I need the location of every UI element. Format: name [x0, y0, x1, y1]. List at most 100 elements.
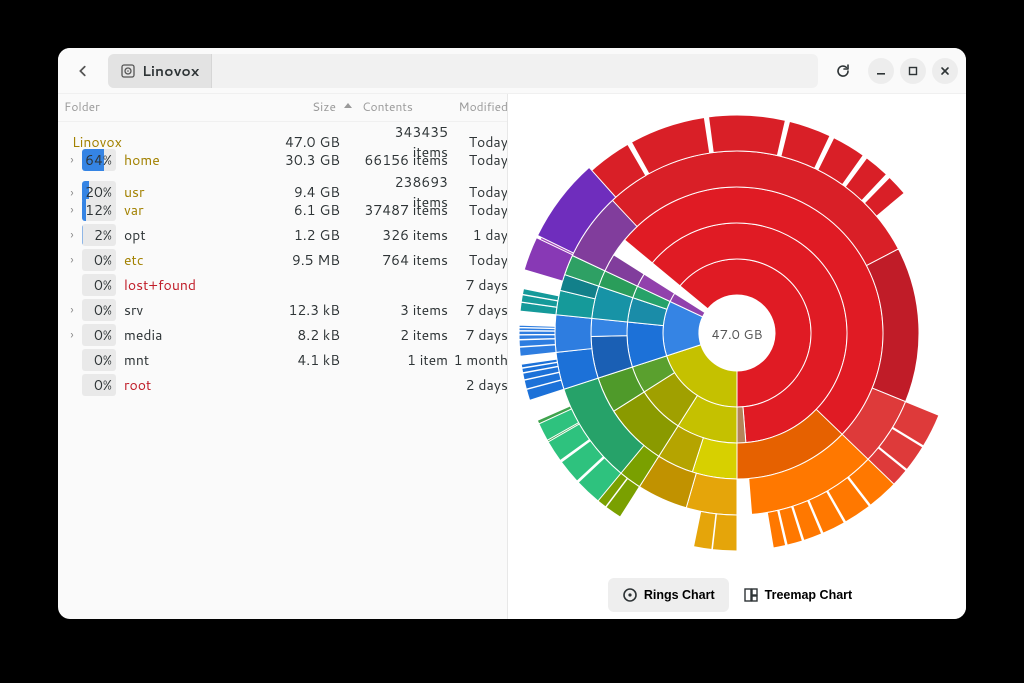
folder-contents: 66156 items [356, 150, 452, 170]
folder-name: media [116, 325, 264, 345]
folder-modified: 2 days [452, 375, 508, 395]
back-button[interactable] [66, 54, 100, 88]
expand-toggle[interactable]: › [64, 326, 80, 343]
table-row[interactable]: 0% lost+found 7 days [58, 272, 507, 297]
folder-contents: 1 item [356, 350, 452, 370]
folder-size: 1.2 GB [264, 225, 340, 245]
col-contents[interactable]: Contents [356, 98, 452, 115]
folder-modified: Today [452, 200, 508, 220]
chart-slice[interactable] [519, 330, 555, 334]
folder-contents: 764 items [356, 250, 452, 270]
table-row[interactable]: › 0% media 8.2 kB 2 items 7 days [58, 322, 507, 347]
percent-bar: 0% [82, 299, 116, 321]
table-row[interactable]: › 64% home 30.3 GB 66156 items Today [58, 147, 507, 172]
col-modified[interactable]: Modified [452, 98, 508, 115]
chart-slice[interactable] [712, 513, 737, 550]
folder-modified: 1 day [452, 225, 508, 245]
folder-name: etc [116, 250, 264, 270]
close-icon [940, 66, 950, 76]
table-row[interactable]: 0% mnt 4.1 kB 1 item 1 month [58, 347, 507, 372]
chart-pane: 47.0 GB Rings Chart Treemap Chart [508, 94, 966, 619]
folder-name: root [116, 375, 264, 395]
percent-bar: 12% [82, 199, 116, 221]
maximize-button[interactable] [900, 58, 926, 84]
folder-modified: 7 days [452, 275, 508, 295]
table-row[interactable]: › 12% var 6.1 GB 37487 items Today [58, 197, 507, 222]
minimize-icon [876, 66, 886, 76]
treemap-chart-label: Treemap Chart [765, 588, 853, 602]
folder-size: 8.2 kB [264, 325, 340, 345]
rings-chart-label: Rings Chart [644, 588, 715, 602]
folder-modified: Today [452, 250, 508, 270]
rings-icon [622, 587, 638, 603]
expand-toggle[interactable]: › [64, 226, 80, 243]
percent-bar: 0% [82, 249, 116, 271]
expand-toggle[interactable]: › [64, 151, 80, 168]
folder-name: opt [116, 225, 264, 245]
percent-bar: 64% [82, 149, 116, 171]
treemap-chart-button[interactable]: Treemap Chart [729, 578, 867, 612]
folder-size: 4.1 kB [264, 350, 340, 370]
table-row-root[interactable]: Linovox 47.0 GB 343435 items Today [58, 122, 507, 147]
close-button[interactable] [932, 58, 958, 84]
folder-name: home [116, 150, 264, 170]
folder-size: 6.1 GB [264, 200, 340, 220]
maximize-icon [908, 66, 918, 76]
folder-contents: 2 items [356, 325, 452, 345]
table-row[interactable]: › 0% etc 9.5 MB 764 items Today [58, 247, 507, 272]
expand-toggle[interactable]: › [64, 201, 80, 218]
folder-name: mnt [116, 350, 264, 370]
col-size[interactable]: Size [264, 98, 340, 115]
percent-bar: 0% [82, 374, 116, 396]
app-window: Linovox Folder Size [58, 48, 966, 619]
folder-modified: 7 days [452, 300, 508, 320]
folder-size: 9.5 MB [264, 250, 340, 270]
treemap-icon [743, 587, 759, 603]
disk-icon [120, 63, 136, 79]
column-headers[interactable]: Folder Size Contents Modified [58, 94, 507, 122]
table-row[interactable]: › 20% usr 9.4 GB 238693 items Today [58, 172, 507, 197]
folder-name: var [116, 200, 264, 220]
col-folder[interactable]: Folder [64, 98, 264, 115]
rings-chart[interactable]: 47.0 GB [508, 94, 966, 571]
folder-modified: Today [452, 150, 508, 170]
rescan-button[interactable] [826, 54, 860, 88]
folder-modified: 7 days [452, 325, 508, 345]
expand-toggle[interactable]: › [64, 251, 80, 268]
chevron-left-icon [76, 64, 90, 78]
folder-size: 12.3 kB [264, 300, 340, 320]
window-controls [868, 58, 958, 84]
rings-chart-button[interactable]: Rings Chart [608, 578, 729, 612]
folder-contents: 3 items [356, 300, 452, 320]
chart-slice[interactable] [694, 511, 716, 549]
chart-slice[interactable] [709, 115, 786, 156]
sort-indicator-icon [340, 98, 356, 115]
folder-size: 30.3 GB [264, 150, 340, 170]
percent-bar: 0% [82, 274, 116, 296]
expand-toggle[interactable]: › [64, 301, 80, 318]
refresh-icon [835, 63, 851, 79]
table-row[interactable]: › 0% srv 12.3 kB 3 items 7 days [58, 297, 507, 322]
percent-bar: 0% [82, 324, 116, 346]
folder-name: lost+found [116, 275, 264, 295]
path-label: Linovox [142, 61, 199, 81]
percent-bar: 0% [82, 349, 116, 371]
chart-slice[interactable] [519, 325, 555, 328]
table-row[interactable]: › 2% opt 1.2 GB 326 items 1 day [58, 222, 507, 247]
folder-name: srv [116, 300, 264, 320]
folder-modified: 1 month [452, 350, 508, 370]
chart-slice[interactable] [519, 334, 555, 339]
expand-toggle[interactable]: › [64, 184, 80, 201]
chart-type-switcher: Rings Chart Treemap Chart [508, 571, 966, 619]
folder-list-pane[interactable]: Folder Size Contents Modified Linovox 47… [58, 94, 508, 619]
minimize-button[interactable] [868, 58, 894, 84]
path-segment[interactable]: Linovox [108, 54, 212, 88]
folder-contents: 326 items [356, 225, 452, 245]
table-row[interactable]: 0% root 2 days [58, 372, 507, 397]
percent-bar: 2% [82, 224, 116, 246]
path-bar[interactable]: Linovox [108, 54, 818, 88]
content-area: Folder Size Contents Modified Linovox 47… [58, 94, 966, 619]
chart-slice[interactable] [555, 314, 592, 352]
chart-center-label: 47.0 GB [711, 326, 762, 344]
folder-contents: 37487 items [356, 200, 452, 220]
